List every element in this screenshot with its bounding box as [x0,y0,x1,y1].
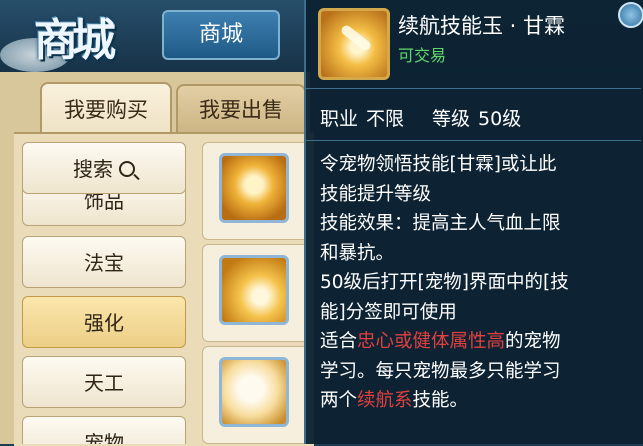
desc-line: 适合忠心或健体属性高的宠物 [320,327,640,357]
pearl-icon [219,357,289,427]
category-label: 天工 [84,371,124,395]
skill-jade-icon [318,8,390,80]
category-label: 宠物 [84,431,124,444]
item-list [196,140,310,444]
level-value: 50级 [478,108,522,130]
desc-line: 技能效果：提高主人气血上限 [320,213,561,234]
item-name: 续航技能玉 · 甘霖 [398,14,566,38]
divider [306,140,641,141]
close-icon[interactable] [618,2,643,28]
tab-buy[interactable]: 我要购买 [40,82,172,134]
category-label: 强化 [84,311,124,335]
item-stats: 职业 不限 等级 50级 [320,104,529,131]
logo-text: 商城 [34,15,116,66]
level-label: 等级 [432,108,471,130]
item-description: 令宠物领悟技能[甘霖]或让此 技能提升等级 技能效果：提高主人气血上限 和暴抗。… [320,150,640,416]
class-label: 职业 [320,108,359,130]
category-item-active[interactable]: 强化 [22,296,186,348]
desc-line: 学习。每只宠物最多只能学习 [320,360,561,382]
desc-text: 适合 [320,331,358,352]
tab-shop[interactable]: 商城 [162,10,280,60]
category-item[interactable]: 天工 [22,356,186,408]
desc-highlight: 忠心或健体属性高 [357,331,506,352]
ornament-icon [219,153,289,223]
search-icon [119,161,135,177]
tab-sell[interactable]: 我要出售 [176,84,306,132]
category-label: 法宝 [84,251,124,275]
skill-jade-icon [219,255,289,325]
shop-item[interactable] [202,346,310,444]
desc-line: 和暴抗。 [320,242,395,264]
shop-item[interactable] [202,142,310,240]
class-value: 不限 [366,108,405,130]
desc-text: 的宠物 [505,331,561,352]
category-item[interactable]: 法宝 [22,236,186,288]
shop-item[interactable] [202,244,310,342]
desc-line: 50级后打开[宠物]界面中的[技 [320,272,569,293]
category-search-overlay: 搜索 [22,140,188,194]
desc-line: 能]分签即可使用 [320,301,457,323]
divider [306,88,641,89]
desc-text: 技能。 [412,390,469,411]
desc-highlight: 续航系 [357,390,413,411]
desc-line: 令宠物领悟技能[甘霖]或让此 [320,154,557,175]
tradable-status: 可交易 [398,46,447,65]
category-search-button[interactable]: 搜索 [22,142,186,194]
shop-logo: 商城 [0,0,160,72]
desc-line: 两个续航系技能。 [320,386,640,416]
desc-line: 技能提升等级 [320,183,432,205]
desc-text: 两个 [320,390,358,411]
category-label: 搜索 [73,157,113,181]
category-item[interactable]: 宠物 [22,416,186,444]
item-tooltip: 续航技能玉 · 甘霖 可交易 职业 不限 等级 50级 令宠物领悟技能[甘霖]或让此 … [304,0,643,444]
